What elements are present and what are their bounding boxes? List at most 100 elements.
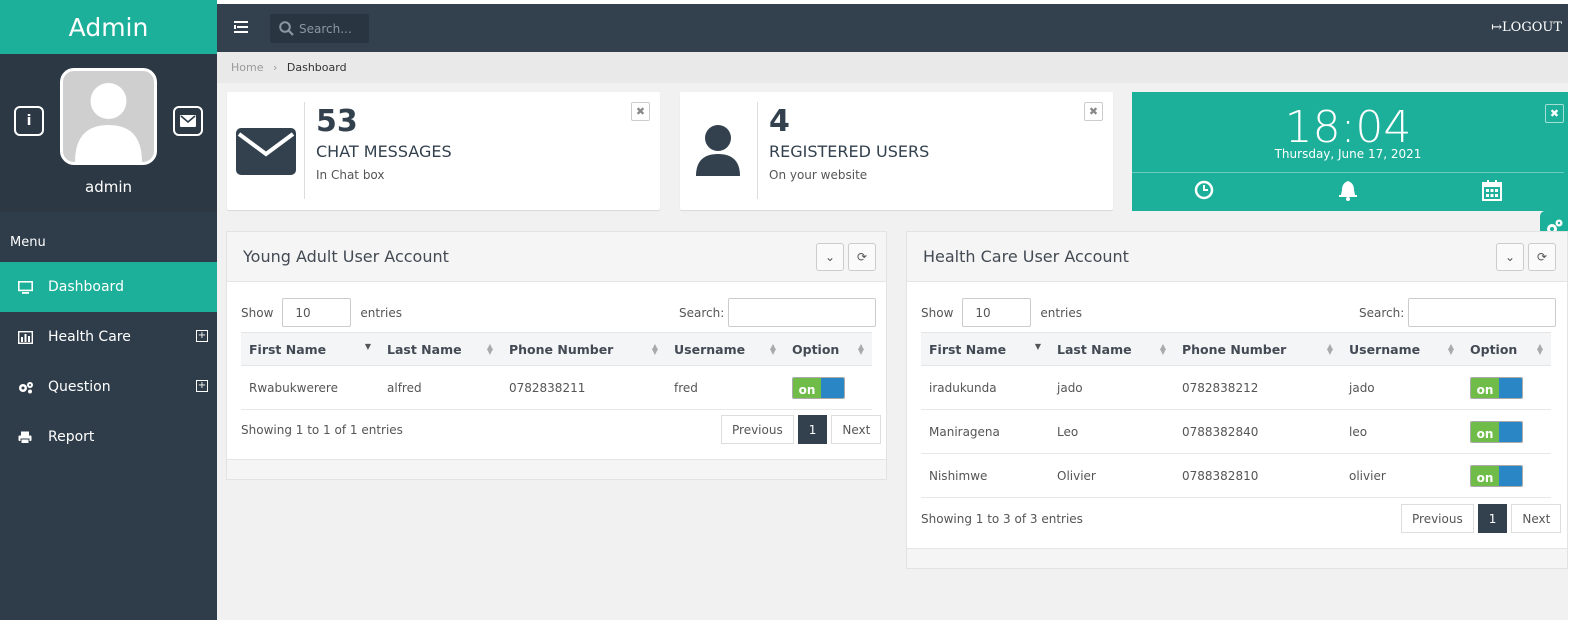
cell-last-name: alfred <box>379 365 501 410</box>
registered-users-subtitle: On your website <box>769 168 868 182</box>
table-header-row: First Name ▼ Last Name ▲ ▼ Phone Number ▲ ▼ U… <box>921 332 1551 366</box>
cell-username: olivier <box>1341 453 1462 498</box>
sidebar-item-health-care[interactable]: Health Care + <box>0 312 217 362</box>
table-row[interactable]: Maniragena Leo 0788382840 leo on <box>921 409 1551 454</box>
sidebar-item-label: Health Care <box>48 329 131 345</box>
previous-button[interactable]: Previous <box>1401 504 1474 533</box>
cell-first-name: Rwabukwerere <box>241 365 379 410</box>
column-header[interactable]: Username ▲ ▼ <box>666 332 784 366</box>
sidebar-item-dashboard[interactable]: Dashboard <box>0 262 217 312</box>
next-button[interactable]: Next <box>1511 504 1562 533</box>
info-icon[interactable]: i <box>14 106 44 136</box>
search-input[interactable]: Search... <box>270 14 369 43</box>
column-header[interactable]: First Name ▼ <box>921 332 1049 366</box>
entries-label: entries <box>1040 305 1082 320</box>
panel-footer <box>907 548 1567 568</box>
widget-divider <box>304 102 305 199</box>
sidebar-item-label: Question <box>48 379 111 395</box>
column-header[interactable]: Phone Number ▲ ▼ <box>501 332 666 366</box>
status-toggle[interactable]: on <box>792 376 845 399</box>
search-icon <box>279 21 294 36</box>
column-header[interactable]: Option ▲ ▼ <box>1462 332 1551 366</box>
calendar-icon[interactable] <box>1482 180 1504 202</box>
entries-select[interactable]: 10 <box>962 298 1032 327</box>
status-toggle[interactable]: on <box>1470 464 1523 487</box>
collapse-button[interactable]: ⌄ <box>1496 243 1524 271</box>
column-header[interactable]: Phone Number ▲ ▼ <box>1174 332 1341 366</box>
chevron-down-icon: ⌄ <box>824 250 836 264</box>
close-icon[interactable]: ✖ <box>1545 104 1564 123</box>
clock-time: 18:04 <box>1284 102 1412 153</box>
cell-last-name: Leo <box>1049 409 1174 454</box>
sidebar: Admin i admin Menu Dashboard Health Care… <box>0 0 217 620</box>
column-header[interactable]: Last Name ▲ ▼ <box>379 332 501 366</box>
column-header[interactable]: Last Name ▲ ▼ <box>1049 332 1174 366</box>
avatar[interactable] <box>60 68 157 165</box>
breadcrumb: Home › Dashboard <box>217 52 1568 83</box>
brand-title[interactable]: Admin <box>0 0 217 54</box>
refresh-button[interactable]: ⟳ <box>1528 243 1556 271</box>
profile-name: admin <box>85 178 132 196</box>
collapse-button[interactable]: ⌄ <box>816 243 844 271</box>
health-care-table: First Name ▼ Last Name ▲ ▼ Phone Number ▲ ▼ U… <box>921 332 1551 498</box>
status-toggle[interactable]: on <box>1470 420 1523 443</box>
logout-button[interactable]: ↦LOGOUT <box>1491 20 1562 35</box>
entries-selector: Show 10 entries <box>921 298 1082 327</box>
previous-button[interactable]: Previous <box>721 415 794 444</box>
table-info: Showing 1 to 1 of 1 entries <box>241 423 403 437</box>
table-search: Search: <box>679 298 877 327</box>
refresh-icon: ⟳ <box>1536 250 1548 264</box>
cell-phone: 0788382810 <box>1174 453 1341 498</box>
close-icon[interactable]: ✖ <box>1084 102 1103 121</box>
bell-icon[interactable] <box>1338 180 1360 202</box>
table-row[interactable]: Nishimwe Olivier 0788382810 olivier on <box>921 453 1551 498</box>
sidebar-item-report[interactable]: Report <box>0 412 217 462</box>
cell-last-name: jado <box>1049 365 1174 410</box>
topbar: Search... ↦LOGOUT <box>217 4 1568 52</box>
table-info: Showing 1 to 3 of 3 entries <box>921 512 1083 526</box>
table-search-input[interactable] <box>728 298 877 327</box>
page-button[interactable]: 1 <box>1477 504 1508 533</box>
cell-username: jado <box>1341 365 1462 410</box>
close-icon[interactable]: ✖ <box>631 102 650 121</box>
right-edge <box>1568 0 1592 620</box>
table-search-input[interactable] <box>1408 298 1557 327</box>
sidebar-item-question[interactable]: Question + <box>0 362 217 412</box>
profile-panel: i admin <box>0 54 217 212</box>
main-content: Home › Dashboard 53 CHAT MESSAGES In Cha… <box>217 52 1568 620</box>
cell-first-name: Nishimwe <box>921 453 1049 498</box>
column-header[interactable]: First Name ▼ <box>241 332 379 366</box>
chat-messages-widget[interactable]: 53 CHAT MESSAGES In Chat box ✖ <box>227 92 660 210</box>
cell-first-name: iradukunda <box>921 365 1049 410</box>
sign-out-icon: ↦ <box>1491 20 1503 35</box>
envelope-icon[interactable] <box>173 106 203 136</box>
cell-last-name: Olivier <box>1049 453 1174 498</box>
table-row[interactable]: Rwabukwerere alfred 0782838211 fred on <box>241 365 872 410</box>
clock-icon[interactable] <box>1194 180 1216 202</box>
entries-select[interactable]: 10 <box>282 298 352 327</box>
page-button[interactable]: 1 <box>797 415 828 444</box>
registered-users-count: 4 <box>769 104 790 139</box>
expand-icon[interactable]: + <box>196 330 208 342</box>
health-care-panel: Health Care User Account ⌄ ⟳ Show 10 ent… <box>906 231 1568 569</box>
refresh-button[interactable]: ⟳ <box>848 243 876 271</box>
column-header[interactable]: Option ▲ ▼ <box>784 332 872 366</box>
next-button[interactable]: Next <box>831 415 882 444</box>
cell-phone: 0788382840 <box>1174 409 1341 454</box>
table-row[interactable]: iradukunda jado 0782838212 jado on <box>921 365 1551 410</box>
cell-option: on <box>784 365 872 410</box>
entries-selector: Show 10 entries <box>241 298 402 327</box>
table-search: Search: <box>1359 298 1557 327</box>
column-header[interactable]: Username ▲ ▼ <box>1341 332 1462 366</box>
cogs-icon <box>18 381 48 394</box>
panel-header: Young Adult User Account ⌄ ⟳ <box>227 232 886 282</box>
cell-option: on <box>1462 409 1551 454</box>
registered-users-widget[interactable]: 4 REGISTERED USERS On your website ✖ <box>680 92 1113 210</box>
expand-icon[interactable]: + <box>196 380 208 392</box>
status-toggle[interactable]: on <box>1470 376 1523 399</box>
cell-phone: 0782838211 <box>501 365 666 410</box>
menu-toggle-icon[interactable] <box>234 21 248 33</box>
clock-widget: 18:04 Thursday, June 17, 2021 ✖ <box>1132 92 1568 211</box>
breadcrumb-home[interactable]: Home <box>231 61 263 74</box>
young-adult-table: First Name ▼ Last Name ▲ ▼ Phone Number ▲ ▼ U… <box>241 332 872 410</box>
